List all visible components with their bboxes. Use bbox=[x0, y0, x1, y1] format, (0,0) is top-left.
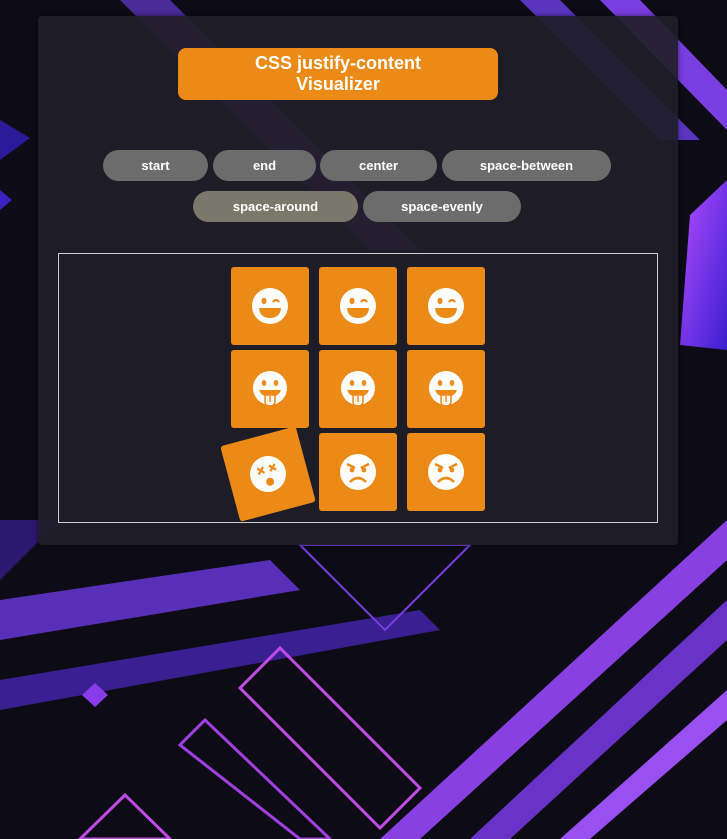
emoji-tile[interactable] bbox=[407, 350, 485, 428]
emoji-tile[interactable] bbox=[319, 433, 397, 511]
emoji-tile[interactable] bbox=[407, 267, 485, 345]
space-around-button[interactable]: space-around bbox=[193, 191, 358, 222]
emoji-tile[interactable] bbox=[220, 426, 316, 522]
grin-wink-icon bbox=[252, 288, 288, 324]
flex-container-stage bbox=[58, 253, 658, 523]
end-button[interactable]: end bbox=[213, 150, 316, 181]
grin-wink-icon bbox=[428, 288, 464, 324]
grin-wink-icon bbox=[340, 288, 376, 324]
emoji-tile[interactable] bbox=[319, 350, 397, 428]
angry-face-icon bbox=[340, 454, 376, 490]
page-title: CSS justify-content Visualizer bbox=[178, 48, 498, 100]
emoji-tile[interactable] bbox=[231, 267, 309, 345]
angry-face-icon bbox=[428, 454, 464, 490]
visualizer-panel: CSS justify-content Visualizer start end… bbox=[38, 16, 678, 545]
space-evenly-button[interactable]: space-evenly bbox=[363, 191, 521, 222]
grin-tongue-icon bbox=[429, 371, 463, 407]
emoji-tile[interactable] bbox=[231, 350, 309, 428]
center-button[interactable]: center bbox=[320, 150, 437, 181]
emoji-tile[interactable] bbox=[319, 267, 397, 345]
emoji-tile[interactable] bbox=[407, 433, 485, 511]
start-button[interactable]: start bbox=[103, 150, 208, 181]
grin-tongue-icon bbox=[253, 371, 287, 407]
space-between-button[interactable]: space-between bbox=[442, 150, 611, 181]
grin-tongue-icon bbox=[341, 371, 375, 407]
dizzy-face-icon bbox=[250, 456, 286, 492]
